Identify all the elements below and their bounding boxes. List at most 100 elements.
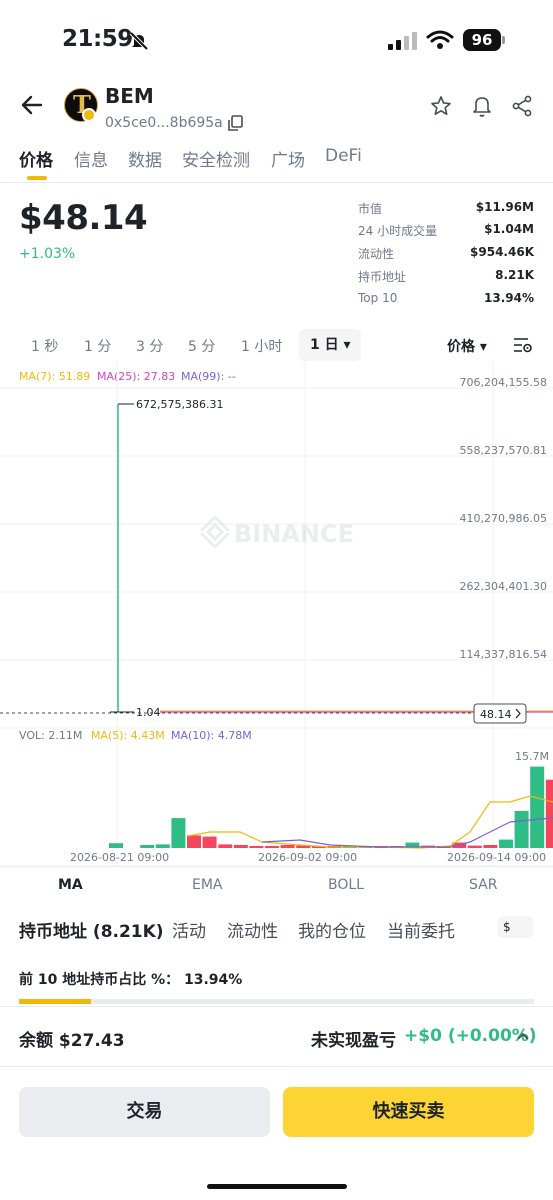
battery-tip [502, 36, 505, 44]
volume-bar [545, 779, 553, 848]
status-time: 21:59 [62, 26, 133, 52]
interval-1d[interactable]: 1 日 ▾ [299, 329, 361, 361]
chart-settings-icon[interactable] [513, 336, 533, 354]
currency-toggle[interactable]: $ [497, 916, 533, 938]
volume-bar [109, 843, 123, 848]
stat-label-volume: 24 小时成交量 [358, 224, 438, 238]
star-icon[interactable] [430, 95, 452, 117]
back-arrow-icon[interactable] [20, 94, 44, 116]
tab-price[interactable]: 价格 [19, 146, 53, 171]
chart-grid [0, 362, 553, 867]
token-address: 0x5ce0...8b695a [105, 115, 223, 131]
stat-label-holders: 持币地址 [358, 270, 407, 284]
interval-1s[interactable]: 1 秒 [31, 336, 58, 356]
token-name: BEM [105, 84, 154, 108]
divider [0, 866, 553, 867]
tab-defi[interactable]: DeFi [325, 146, 362, 166]
price-chart[interactable]: BINANCE 672,575,386.31 1.04 48.14 706,20… [0, 362, 553, 867]
price-axis-label: 410,270,986.05 [460, 512, 547, 525]
price-axis-label: 262,304,401.30 [460, 580, 547, 593]
price-change: +1.03% [19, 246, 76, 262]
volume-bar [202, 836, 217, 848]
current-price-tag[interactable]: 48.14 [473, 703, 527, 724]
vol-ma5-line [187, 795, 553, 849]
stat-label-liquidity: 流动性 [358, 247, 395, 261]
chain-badge-icon [82, 108, 96, 122]
top10-holding-ratio: 前 10 地址持币占比 %： 13.94% [19, 972, 243, 988]
stat-value-volume: $1.04M [484, 222, 534, 236]
volume-bar [265, 846, 279, 848]
high-price-label: 672,575,386.31 [136, 398, 223, 411]
wifi-icon [426, 30, 454, 49]
cellular-signal-icon [388, 32, 417, 50]
interval-1h[interactable]: 1 小时 [241, 336, 282, 356]
tab-data[interactable]: 数据 [128, 146, 162, 171]
home-indicator [207, 1184, 347, 1189]
tab-my-positions[interactable]: 我的仓位 [298, 917, 366, 942]
stat-value-top10: 13.94% [484, 291, 534, 305]
price-axis-label: 114,337,816.54 [460, 648, 547, 661]
volume-bar [483, 845, 498, 848]
chevron-up-icon[interactable] [516, 1031, 530, 1041]
tab-info[interactable]: 信息 [74, 146, 108, 171]
interval-5m[interactable]: 5 分 [188, 336, 215, 356]
watermark-text: BINANCE [234, 520, 354, 548]
copy-icon[interactable] [226, 114, 244, 132]
indicator-tab-sar[interactable]: SAR [469, 877, 497, 893]
volume-bar [499, 839, 513, 848]
bell-icon[interactable] [471, 94, 493, 118]
price-axis: 706,204,155.58 558,237,570.81 410,270,986.… [460, 376, 547, 661]
vol-legend: VOL: 2.11M [19, 729, 82, 742]
x-label-3: 2026-09-14 09:00 [447, 851, 546, 864]
divider [0, 1006, 553, 1007]
stat-value-liquidity: $954.46K [470, 245, 534, 259]
price-axis-label: 706,204,155.58 [460, 376, 547, 389]
indicator-tab-ema[interactable]: EMA [192, 877, 223, 893]
trade-button[interactable]: 交易 [19, 1087, 270, 1137]
volume-bar [280, 845, 295, 848]
tab-square[interactable]: 广场 [271, 146, 305, 171]
bell-off-icon [129, 31, 149, 51]
stat-value-holders: 8.21K [495, 268, 534, 282]
volume-bar [140, 845, 155, 848]
battery-indicator: 96 [463, 29, 501, 51]
binance-watermark: BINANCE [199, 515, 354, 549]
balance: 余额 $27.43 [19, 1031, 125, 1051]
volume-bar [514, 810, 529, 848]
x-label-1: 2026-08-21 09:00 [70, 851, 169, 864]
quick-trade-button[interactable]: 快速买卖 [283, 1087, 534, 1137]
interval-3m[interactable]: 3 分 [136, 336, 163, 356]
indicator-tab-boll[interactable]: BOLL [328, 877, 364, 893]
volume-axis-top: 15.7M [515, 750, 549, 763]
interval-1m[interactable]: 1 分 [84, 336, 111, 356]
volume-bar [155, 844, 170, 848]
volume-bar [218, 844, 233, 848]
tab-holders[interactable]: 持币地址 (8.21K) [19, 917, 164, 942]
tab-indicator [27, 176, 47, 180]
unrealized-pnl-label: 未实现盈亏 [311, 1031, 396, 1051]
vol-ma5-legend: MA(5): 4.43M [91, 729, 165, 742]
volume-bar [233, 845, 248, 848]
vol-ma10-legend: MA(10): 4.78M [171, 729, 252, 742]
divider [0, 1066, 553, 1067]
volume-bar [171, 818, 186, 848]
tab-security[interactable]: 安全检测 [182, 146, 250, 171]
volume-bar [530, 766, 545, 848]
volume-bar [467, 845, 482, 848]
tab-open-orders[interactable]: 当前委托 [387, 917, 455, 942]
tab-liquidity[interactable]: 流动性 [227, 917, 278, 942]
share-icon[interactable] [511, 95, 533, 117]
top10-progress-track [19, 999, 534, 1004]
divider [0, 182, 553, 183]
volume-bar [249, 846, 264, 848]
volume-bar [187, 835, 201, 848]
indicator-tab-ma[interactable]: MA [58, 877, 83, 893]
price-axis-label: 558,237,570.81 [460, 444, 547, 457]
stat-value-market-cap: $11.96M [475, 200, 534, 214]
stat-label-top10: Top 10 [358, 291, 398, 305]
price-type-dropdown[interactable]: 价格 ▾ [447, 336, 487, 356]
tab-activity[interactable]: 活动 [172, 917, 206, 942]
x-label-2: 2026-09-02 09:00 [258, 851, 357, 864]
current-price-tag-text: 48.14 [480, 708, 512, 721]
stat-label-market-cap: 市值 [358, 202, 383, 216]
